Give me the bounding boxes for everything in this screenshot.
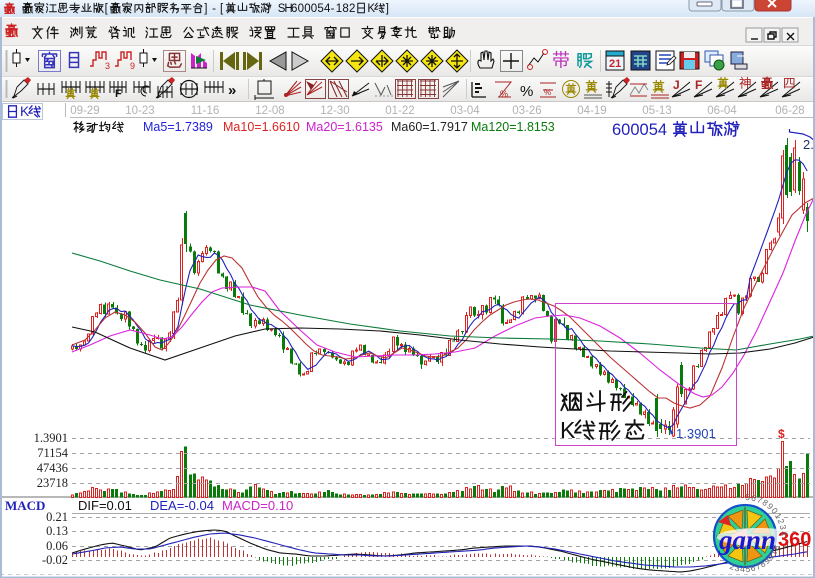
svg-text:%: % <box>500 89 508 99</box>
svg-text:Ma5=1.7389: Ma5=1.7389 <box>143 120 213 134</box>
svg-text:09-29: 09-29 <box>70 105 99 117</box>
svg-text:K: K <box>560 417 576 443</box>
svg-text:21: 21 <box>609 58 621 70</box>
svg-text:12-30: 12-30 <box>320 105 349 117</box>
svg-text:47436: 47436 <box>37 461 68 475</box>
svg-text:F: F <box>695 78 702 92</box>
svg-text:Ma20=1.6135: Ma20=1.6135 <box>306 120 383 134</box>
svg-text:Ma120=1.8153: Ma120=1.8153 <box>471 120 555 134</box>
svg-text:]: ] <box>204 3 207 15</box>
svg-text:[: [ <box>105 3 109 15</box>
svg-text:-0.02: -0.02 <box>42 553 68 567</box>
svg-text:8: 8 <box>342 3 348 15</box>
svg-text:9: 9 <box>130 61 135 71</box>
svg-text:0: 0 <box>298 3 304 15</box>
svg-text:F: F <box>115 88 122 100</box>
svg-text:567890123456: 567890123456 <box>0 0 789 537</box>
svg-text:05-13: 05-13 <box>642 105 671 117</box>
svg-text:带: 带 <box>552 51 570 71</box>
svg-text:11-16: 11-16 <box>191 105 220 117</box>
svg-text:03-04: 03-04 <box>450 105 480 117</box>
svg-text:0: 0 <box>304 3 310 15</box>
svg-text:12-08: 12-08 <box>255 105 284 117</box>
svg-text:1: 1 <box>336 3 342 15</box>
svg-text:71154: 71154 <box>37 446 69 460</box>
svg-text:J: J <box>673 78 680 92</box>
svg-text:0.06: 0.06 <box>46 539 68 553</box>
svg-text:3: 3 <box>105 61 110 71</box>
svg-text:06-04: 06-04 <box>707 105 737 117</box>
svg-text:0: 0 <box>311 3 317 15</box>
svg-text:-: - <box>331 3 335 15</box>
svg-text:-: - <box>212 3 216 15</box>
svg-text:600054: 600054 <box>612 121 667 139</box>
svg-text:2.: 2. <box>803 137 814 152</box>
svg-text:]: ] <box>386 3 389 15</box>
svg-text:06-28: 06-28 <box>775 105 804 117</box>
svg-text:2: 2 <box>349 3 355 15</box>
svg-text:10-23: 10-23 <box>125 105 154 117</box>
svg-text:Ma10=1.6610: Ma10=1.6610 <box>223 120 300 134</box>
svg-text:MACD=0.10: MACD=0.10 <box>222 498 293 513</box>
svg-text:DIF=0.01: DIF=0.01 <box>78 498 132 513</box>
svg-text:1.3901: 1.3901 <box>34 431 68 445</box>
svg-text:%: % <box>520 83 533 100</box>
svg-text:23718: 23718 <box>37 476 68 490</box>
svg-text:0.13: 0.13 <box>46 524 68 538</box>
svg-text:%: % <box>544 88 551 97</box>
svg-text:K: K <box>367 3 375 15</box>
svg-text:6: 6 <box>291 3 297 15</box>
svg-text:5: 5 <box>317 3 323 15</box>
svg-text:gann: gann <box>718 525 776 555</box>
svg-text:$: $ <box>778 427 785 441</box>
svg-text:1.3901: 1.3901 <box>676 426 716 441</box>
svg-text:MACD: MACD <box>5 498 45 513</box>
svg-text:04-19: 04-19 <box>577 105 606 117</box>
svg-text:DEA=-0.04: DEA=-0.04 <box>150 498 214 513</box>
svg-text:03-26: 03-26 <box>512 105 541 117</box>
svg-text:Ma60=1.7917: Ma60=1.7917 <box>391 120 468 134</box>
svg-text:01-22: 01-22 <box>385 105 414 117</box>
svg-text:四: 四 <box>783 76 796 90</box>
svg-text:0.21: 0.21 <box>46 510 68 524</box>
svg-text:»: » <box>228 82 236 99</box>
svg-text:神: 神 <box>739 76 752 90</box>
svg-text:K: K <box>20 104 29 119</box>
svg-text:[: [ <box>220 3 224 15</box>
